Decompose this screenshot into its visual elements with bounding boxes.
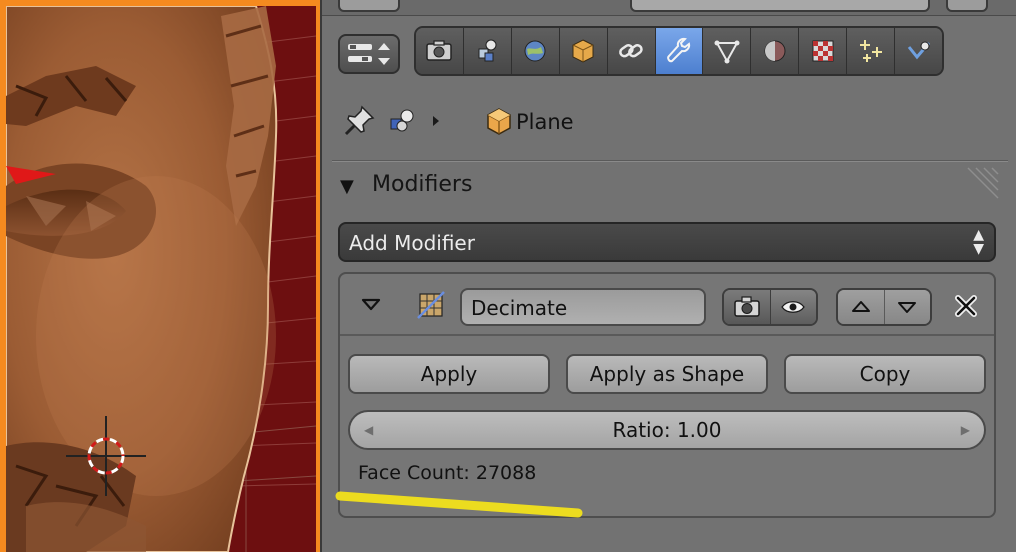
material-tab[interactable] (751, 28, 800, 74)
apply-as-shape-button[interactable]: Apply as Shape (566, 354, 768, 394)
properties-editor: Plane ▼ Modifiers Add Modifier ▲ ▼ Decima… (320, 0, 1016, 552)
arrow-up-icon (851, 301, 870, 312)
decimate-modifier-icon (417, 291, 445, 319)
add-modifier-label: Add Modifier (349, 231, 475, 255)
ratio-slider[interactable]: ◀ Ratio: 1.00 ▶ (348, 410, 986, 450)
chain-link-icon (619, 44, 643, 58)
remove-modifier-close-icon[interactable] (952, 292, 980, 320)
particles-tab[interactable] (847, 28, 896, 74)
scene-icon (524, 40, 546, 62)
editor-type-icon (348, 43, 390, 65)
physics-tab[interactable] (895, 28, 942, 74)
editor-header-strip (322, 0, 1016, 16)
cube-icon (487, 108, 511, 135)
decrement-arrow-icon[interactable]: ◀ (364, 412, 373, 448)
modifiers-tab[interactable] (655, 28, 704, 74)
move-up-button[interactable] (838, 290, 885, 324)
section-divider (332, 160, 1008, 162)
scene-objects-icon (390, 109, 414, 132)
mesh-data-icon (714, 40, 740, 64)
ratio-label: Ratio: 1.00 (612, 418, 722, 442)
material-sphere-icon (764, 40, 786, 62)
render-tab[interactable] (416, 28, 464, 74)
eye-icon (781, 301, 805, 313)
add-modifier-dropdown[interactable]: Add Modifier ▲ ▼ (338, 222, 996, 262)
texture-tab[interactable] (799, 28, 848, 74)
modifier-visibility-toggles (722, 288, 818, 326)
data-tab[interactable] (703, 28, 752, 74)
show-render-toggle[interactable] (724, 290, 771, 324)
decimate-modifier-panel: Decimate Apply Apply as Shape Copy ◀ Rat… (338, 272, 996, 518)
editor-type-button[interactable] (338, 34, 400, 74)
collapse-triangle-icon[interactable]: ▼ (340, 176, 354, 197)
dropdown-arrows-icon: ▲ ▼ (973, 227, 984, 257)
scene-tab[interactable] (511, 28, 560, 74)
camera-icon (426, 40, 453, 61)
face-count-label: Face Count: 27088 (358, 462, 537, 484)
object-name-label: Plane (516, 110, 574, 134)
arrow-down-icon (898, 302, 917, 313)
breadcrumb: Plane (340, 100, 940, 144)
particles-icon (859, 40, 882, 62)
modifiers-panel-header[interactable]: ▼ Modifiers (336, 167, 1002, 204)
move-down-button[interactable] (884, 290, 930, 324)
modifier-collapse-icon[interactable] (360, 296, 382, 312)
world-tab[interactable] (559, 28, 608, 74)
modifier-move-buttons (836, 288, 932, 326)
increment-arrow-icon[interactable]: ▶ (961, 412, 970, 448)
header-menu-button[interactable] (338, 0, 400, 12)
pin-icon[interactable] (342, 104, 376, 138)
world-icon (572, 39, 594, 63)
header-field[interactable] (630, 0, 930, 12)
camera-icon (734, 296, 760, 317)
copy-button[interactable]: Copy (784, 354, 986, 394)
object-tab[interactable] (607, 28, 656, 74)
apply-button[interactable]: Apply (348, 354, 550, 394)
show-viewport-toggle[interactable] (770, 290, 816, 324)
modifier-name-text: Decimate (471, 296, 568, 320)
modifier-header-divider (340, 334, 994, 336)
3d-viewport[interactable] (6, 6, 316, 552)
panel-title: Modifiers (372, 172, 473, 197)
wrench-icon (667, 37, 691, 63)
viewport-render (6, 6, 316, 552)
physics-icon (907, 41, 930, 60)
breadcrumb-arrow-icon (433, 116, 439, 126)
context-tab-bar (414, 26, 944, 76)
render-layers-icon (478, 39, 497, 62)
checker-texture-icon (812, 40, 834, 62)
panel-drag-grip-icon[interactable] (960, 166, 1000, 206)
render-layers-tab[interactable] (463, 28, 512, 74)
modifier-name-field[interactable]: Decimate (460, 288, 706, 326)
header-extra-button[interactable] (946, 0, 988, 12)
